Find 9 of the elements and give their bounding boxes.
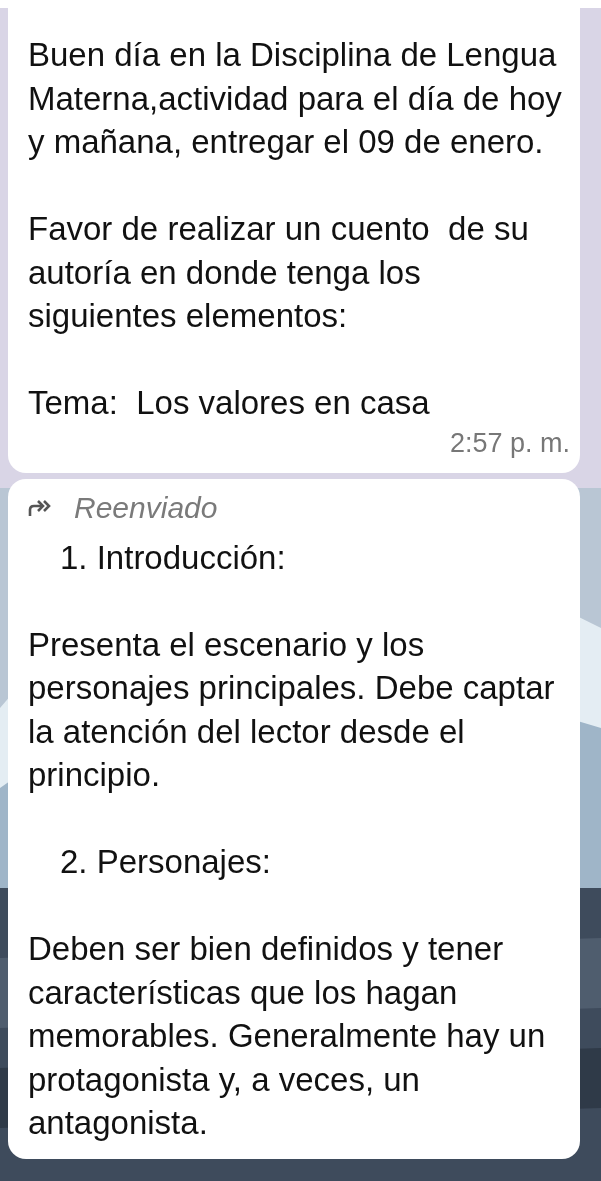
message-text: Deben ser bien definidos y tener características que los hagan memorables. Generalmente hay un protagonista y, a veces, un antagonista. (28, 929, 547, 1143)
message-text: Presenta el escenario y los personajes principales. Debe captar la atención del lector desde el principio. (28, 624, 556, 795)
message-text: 2. Personajes: (59, 842, 272, 882)
message-text: Favor de realizar un cuento de su autoría en donde tenga los siguientes elementos: (28, 209, 530, 336)
forwarded-label: Reenviado (74, 489, 218, 526)
message-time: 2:57 p. m. (449, 427, 570, 458)
message-text: Tema: Los valores en casa (28, 383, 431, 423)
message-text: 1. Introducción: (59, 537, 287, 578)
message-text: Buen día en la Disciplina de Lengua Materna,actividad para el día de hoy y mañana, entregar el 09 de enero. (28, 35, 563, 162)
